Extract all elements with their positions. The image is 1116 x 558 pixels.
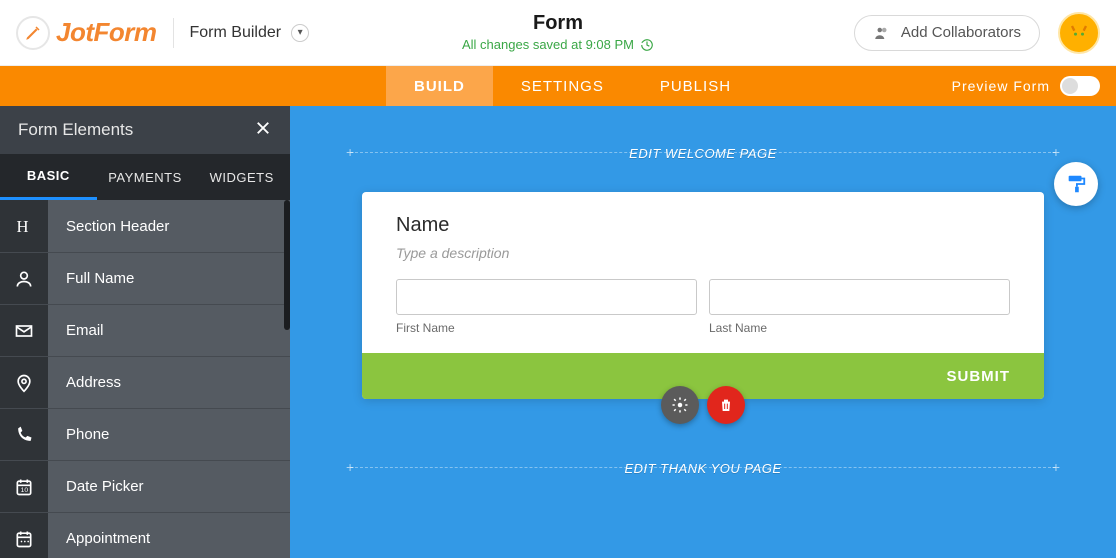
calendar-icon xyxy=(0,513,48,558)
last-name-label: Last Name xyxy=(709,321,1010,335)
form-canvas: EDIT WELCOME PAGE Name Type a descriptio… xyxy=(290,106,1116,558)
element-phone[interactable]: Phone xyxy=(0,408,290,460)
field-settings-button[interactable] xyxy=(661,386,699,424)
user-icon xyxy=(0,253,48,304)
element-appointment[interactable]: Appointment xyxy=(0,512,290,558)
field-actions xyxy=(661,386,745,424)
tab-settings[interactable]: SETTINGS xyxy=(493,66,632,106)
svg-text:10: 10 xyxy=(21,487,29,494)
preview-label: Preview Form xyxy=(952,78,1050,94)
add-collaborators-button[interactable]: Add Collaborators xyxy=(854,15,1040,51)
edit-thankyou-hint[interactable]: EDIT THANK YOU PAGE xyxy=(624,461,781,476)
main-tabs: BUILD SETTINGS PUBLISH Preview Form xyxy=(0,66,1116,106)
field-description[interactable]: Type a description xyxy=(396,245,1010,261)
sidebar-header: Form Elements xyxy=(0,106,290,154)
date-icon: 10 xyxy=(0,461,48,512)
paint-roller-icon xyxy=(1065,173,1087,195)
brand-logo[interactable]: JotForm xyxy=(16,16,157,50)
first-name-input[interactable] xyxy=(396,279,697,315)
trash-icon xyxy=(718,397,734,413)
collaborators-icon xyxy=(873,24,891,42)
sidebar-tab-basic[interactable]: BASIC xyxy=(0,154,97,200)
element-address[interactable]: Address xyxy=(0,356,290,408)
last-name-input[interactable] xyxy=(709,279,1010,315)
brand-name: JotForm xyxy=(56,17,157,48)
breadcrumb[interactable]: Form Builder ▾ xyxy=(190,24,310,42)
theme-roller-button[interactable] xyxy=(1054,162,1098,206)
element-full-name[interactable]: Full Name xyxy=(0,252,290,304)
sidebar-title: Form Elements xyxy=(18,120,133,140)
user-avatar[interactable] xyxy=(1058,12,1100,54)
sidebar-tabs: BASIC PAYMENTS WIDGETS xyxy=(0,154,290,200)
sidebar: Form Elements BASIC PAYMENTS WIDGETS H S… xyxy=(0,106,290,558)
sidebar-tab-widgets[interactable]: WIDGETS xyxy=(193,154,290,200)
phone-icon xyxy=(0,409,48,460)
first-name-label: First Name xyxy=(396,321,697,335)
app-header: JotForm Form Builder ▾ Form All changes … xyxy=(0,0,1116,66)
preview-toggle[interactable] xyxy=(1060,76,1100,96)
element-email[interactable]: Email xyxy=(0,304,290,356)
form-card[interactable]: Name Type a description First Name Last … xyxy=(362,192,1044,399)
email-icon xyxy=(0,305,48,356)
cat-avatar-icon xyxy=(1065,19,1093,47)
form-title[interactable]: Form xyxy=(462,12,654,35)
edit-welcome-hint[interactable]: EDIT WELCOME PAGE xyxy=(629,146,777,161)
gear-icon xyxy=(671,396,689,414)
element-list: H Section Header Full Name Email Address… xyxy=(0,200,290,558)
submit-button[interactable]: SUBMIT xyxy=(947,368,1011,385)
element-date-picker[interactable]: 10 Date Picker xyxy=(0,460,290,512)
history-icon[interactable] xyxy=(640,38,654,52)
field-delete-button[interactable] xyxy=(707,386,745,424)
divider xyxy=(173,18,174,48)
close-icon[interactable] xyxy=(254,119,272,142)
chevron-down-icon[interactable]: ▾ xyxy=(291,24,309,42)
header-center: Form All changes saved at 9:08 PM xyxy=(462,12,654,52)
sidebar-tab-payments[interactable]: PAYMENTS xyxy=(97,154,194,200)
breadcrumb-label: Form Builder xyxy=(190,24,282,42)
field-title[interactable]: Name xyxy=(396,214,1010,237)
element-section-header[interactable]: H Section Header xyxy=(0,200,290,252)
workspace: Form Elements BASIC PAYMENTS WIDGETS H S… xyxy=(0,106,1116,558)
svg-text:H: H xyxy=(17,217,29,236)
location-icon xyxy=(0,357,48,408)
heading-icon: H xyxy=(0,200,48,252)
pencil-icon xyxy=(16,16,50,50)
tab-build[interactable]: BUILD xyxy=(386,66,493,106)
save-status: All changes saved at 9:08 PM xyxy=(462,37,654,52)
tab-publish[interactable]: PUBLISH xyxy=(632,66,759,106)
